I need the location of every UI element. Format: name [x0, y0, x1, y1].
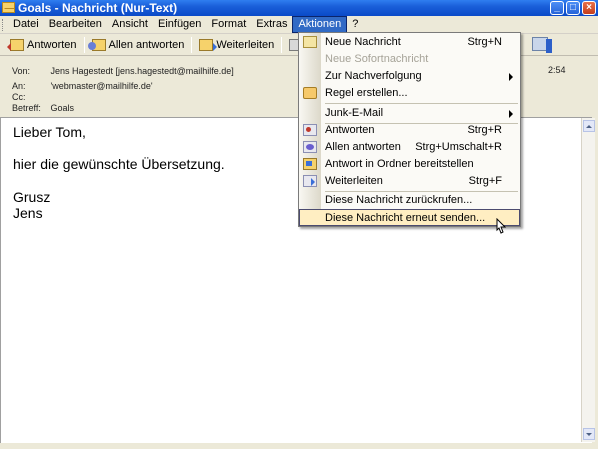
body-line: Lieber Tom, — [13, 124, 86, 140]
menu-item-new-message[interactable]: Neue Nachricht Strg+N — [299, 34, 520, 51]
maximize-button[interactable]: □ — [566, 1, 580, 15]
menu-item-label: Antworten — [325, 124, 375, 136]
menu-item-label: Junk-E-Mail — [325, 107, 384, 119]
minimize-button[interactable]: _ — [550, 1, 564, 15]
rule-icon — [303, 87, 317, 99]
menu-item-label: Neue Nachricht — [325, 36, 401, 48]
close-button[interactable]: × — [582, 1, 596, 15]
menu-item-label: Allen antworten — [325, 141, 401, 153]
message-window: Goals - Nachricht (Nur-Text) _ □ × Datei… — [0, 0, 598, 449]
menu-item-follow-up[interactable]: Zur Nachverfolgung — [299, 68, 520, 85]
menu-item-recall-message[interactable]: Diese Nachricht zurückrufen... — [299, 192, 520, 209]
new-message-icon — [303, 36, 317, 48]
toolbar-separator — [281, 36, 283, 53]
subject-row: Betreff: Goals — [12, 102, 74, 114]
menu-bearbeiten[interactable]: Bearbeiten — [44, 16, 107, 33]
reply-button[interactable]: Antworten — [6, 35, 81, 55]
menu-einfuegen[interactable]: Einfügen — [153, 16, 206, 33]
status-bar — [0, 443, 598, 449]
menu-item-label: Diese Nachricht zurückrufen... — [325, 194, 473, 206]
menu-item-label: Diese Nachricht erneut senden... — [325, 212, 486, 224]
reply-icon — [7, 38, 24, 51]
vertical-scrollbar[interactable] — [581, 118, 595, 442]
window-controls: _ □ × — [550, 1, 596, 15]
menu-format[interactable]: Format — [206, 16, 251, 33]
menu-item-reply-all[interactable]: Allen antworten Strg+Umschalt+R — [299, 139, 520, 156]
forward-label: Weiterleiten — [216, 38, 275, 51]
submenu-arrow-icon — [509, 73, 513, 81]
body-line: hier die gewünschte Übersetzung. — [13, 156, 225, 172]
menu-item-label: Weiterleiten — [325, 175, 383, 187]
menu-item-label: Regel erstellen... — [325, 87, 408, 99]
menubar-grip[interactable] — [2, 19, 5, 31]
from-label: Von: — [12, 66, 31, 76]
menu-aktionen[interactable]: Aktionen — [292, 16, 348, 33]
menu-item-new-instant-message[interactable]: Neue Sofortnachricht — [299, 51, 520, 68]
window-title: Goals - Nachricht (Nur-Text) — [18, 1, 178, 15]
toolbar-options-icon[interactable] — [546, 39, 552, 53]
menu-item-shortcut: Strg+F — [468, 175, 502, 187]
scroll-down-icon[interactable] — [583, 428, 595, 440]
forward-button[interactable]: Weiterleiten — [195, 35, 278, 55]
reply-label: Antworten — [27, 38, 77, 51]
menu-item-junk-mail[interactable]: Junk-E-Mail — [299, 105, 520, 122]
menu-item-label: Neue Sofortnachricht — [325, 53, 429, 65]
menu-item-reply[interactable]: Antworten Strg+R — [299, 122, 520, 139]
menu-help[interactable]: ? — [347, 16, 363, 33]
menu-ansicht[interactable]: Ansicht — [107, 16, 153, 33]
toolbar-separator — [83, 36, 85, 53]
forward-icon — [199, 38, 218, 51]
envelope-icon — [2, 2, 15, 13]
submenu-arrow-icon — [509, 110, 513, 118]
from-value: Jens Hagestedt [jens.hagestedt@mailhilfe… — [50, 66, 234, 76]
reply-icon — [303, 124, 317, 136]
menu-item-post-reply-folder[interactable]: Antwort in Ordner bereitstellen — [299, 156, 520, 173]
menu-separator — [325, 103, 518, 104]
mouse-cursor-icon — [496, 218, 507, 234]
reply-all-label: Allen antworten — [108, 38, 185, 51]
subject-label: Betreff: — [12, 103, 41, 113]
from-row: Von: Jens Hagestedt [jens.hagestedt@mail… — [12, 65, 234, 77]
menu-item-resend-message[interactable]: Diese Nachricht erneut senden... — [299, 209, 520, 226]
actions-menu: Neue Nachricht Strg+N Neue Sofortnachric… — [298, 32, 521, 227]
forward-icon — [303, 175, 317, 187]
menu-item-label: Zur Nachverfolgung — [325, 70, 422, 82]
toolbar-separator — [191, 36, 193, 53]
body-line: Grusz — [13, 189, 51, 205]
menu-item-forward[interactable]: Weiterleiten Strg+F — [299, 173, 520, 190]
reply-all-icon — [87, 38, 106, 51]
menu-item-label: Antwort in Ordner bereitstellen — [325, 158, 474, 170]
scroll-up-icon[interactable] — [583, 120, 595, 132]
menu-item-shortcut: Strg+R — [467, 124, 502, 136]
menu-extras[interactable]: Extras — [251, 16, 292, 33]
sent-time: 2:54 — [548, 65, 566, 75]
reply-all-button[interactable]: Allen antworten — [87, 35, 189, 55]
title-bar[interactable]: Goals - Nachricht (Nur-Text) _ □ × — [0, 0, 598, 16]
menu-datei[interactable]: Datei — [8, 16, 44, 33]
menu-item-create-rule[interactable]: Regel erstellen... — [299, 85, 520, 102]
menu-item-shortcut: Strg+Umschalt+R — [415, 141, 502, 153]
to-value: 'webmaster@mailhilfe.de' — [50, 81, 153, 91]
post-reply-folder-icon — [303, 158, 317, 170]
reply-all-icon — [303, 141, 317, 153]
subject-value: Goals — [50, 103, 75, 113]
menu-item-shortcut: Strg+N — [467, 36, 502, 48]
body-line: Jens — [13, 205, 43, 221]
